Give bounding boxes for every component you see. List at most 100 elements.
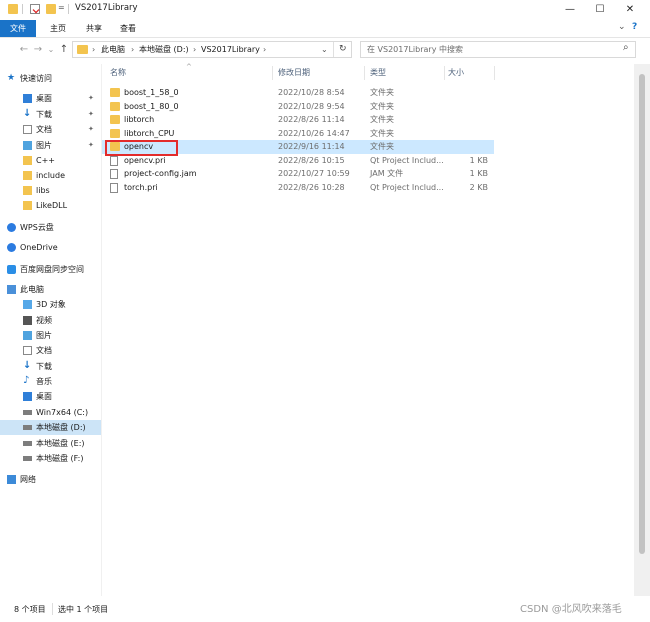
column-divider[interactable] <box>272 66 273 80</box>
sidebar-item[interactable]: 桌面 ✦ <box>0 91 101 106</box>
table-row[interactable]: boost_1_58_0 2022/10/28 8:54 文件夹 <box>102 86 494 100</box>
table-row[interactable]: opencv.pri 2022/8/26 10:15 Qt Project Incl… <box>102 154 494 168</box>
sidebar-item[interactable]: 百度网盘同步空间 <box>0 262 101 277</box>
quick-access-dropdown-icon[interactable]: = <box>58 3 65 12</box>
sidebar-item[interactable]: 此电脑 <box>0 282 101 297</box>
scrollbar-thumb[interactable] <box>639 74 645 554</box>
recent-locations-button[interactable]: ⌄ <box>45 43 57 57</box>
sidebar-item[interactable]: 图片 <box>0 328 101 343</box>
folder-icon <box>23 156 32 165</box>
properties-icon[interactable] <box>30 4 40 14</box>
column-divider[interactable] <box>494 66 495 80</box>
tab-home[interactable]: 主页 <box>44 20 72 37</box>
refresh-button[interactable]: ↻ <box>339 42 347 57</box>
sidebar-item[interactable]: 3D 对象 <box>0 297 101 312</box>
file-type: 文件夹 <box>370 115 394 124</box>
sidebar-item-label: 桌面 <box>36 392 52 401</box>
column-header-name[interactable]: 名称 <box>110 66 126 80</box>
sidebar-item-label: 3D 对象 <box>36 300 66 309</box>
sidebar-item[interactable]: ↓ 下载 ✦ <box>0 107 101 122</box>
sidebar-item[interactable]: 视频 <box>0 313 101 328</box>
sidebar-item[interactable]: 本地磁盘 (F:) <box>0 451 101 466</box>
folder-icon <box>23 186 32 195</box>
breadcrumb-vs2017library[interactable]: VS2017Library <box>201 42 260 57</box>
close-button[interactable]: ✕ <box>615 0 645 20</box>
search-input[interactable]: 在 VS2017Library 中搜索 ⌕ <box>360 41 636 58</box>
column-divider[interactable] <box>364 66 365 80</box>
sidebar-item[interactable]: Win7x64 (C:) <box>0 405 101 420</box>
sidebar-item-label: 图片 <box>36 141 52 150</box>
back-button[interactable]: ← <box>18 43 30 57</box>
file-name: boost_1_58_0 <box>124 88 179 97</box>
music-icon: ♪ <box>23 375 30 386</box>
breadcrumb-drive-d[interactable]: 本地磁盘 (D:) <box>139 42 189 57</box>
new-folder-icon[interactable] <box>46 4 56 14</box>
minimize-button[interactable]: — <box>555 0 585 20</box>
address-bar[interactable]: › 此电脑 › 本地磁盘 (D:) › VS2017Library › ⌄ ↻ <box>72 41 352 58</box>
sidebar-item[interactable]: 桌面 <box>0 389 101 404</box>
breadcrumb-this-pc[interactable]: 此电脑 <box>101 42 125 57</box>
folder-icon <box>110 129 120 138</box>
table-row[interactable]: torch.pri 2022/8/26 10:28 Qt Project Inclu… <box>102 181 494 195</box>
table-row[interactable]: libtorch_CPU 2022/10/26 14:47 文件夹 <box>102 127 494 141</box>
selection-count: 选中 1 个项目 <box>58 605 109 614</box>
sidebar-item[interactable]: include <box>0 168 101 183</box>
sidebar-item-label: 文档 <box>36 346 52 355</box>
file-date: 2022/8/26 11:14 <box>278 115 345 124</box>
table-row[interactable]: project-config.jam 2022/10/27 10:59 JAM 文件… <box>102 167 494 181</box>
vertical-scrollbar[interactable] <box>634 64 650 596</box>
sidebar-item-label: 百度网盘同步空间 <box>20 265 84 274</box>
search-icon[interactable]: ⌕ <box>623 42 629 53</box>
navigation-bar: ← → ⌄ ↑ › 此电脑 › 本地磁盘 (D:) › VS2017Librar… <box>0 38 650 62</box>
forward-button[interactable]: → <box>32 43 44 57</box>
sidebar-item[interactable]: 文档 <box>0 343 101 358</box>
tab-view[interactable]: 查看 <box>114 20 142 37</box>
sidebar-item[interactable]: WPS云盘 <box>0 220 101 235</box>
download-icon: ↓ <box>23 108 32 119</box>
file-date: 2022/9/16 11:14 <box>278 142 345 151</box>
file-date: 2022/8/26 10:15 <box>278 156 345 165</box>
cloud-icon <box>7 243 16 252</box>
column-header-size[interactable]: 大小 <box>448 66 464 80</box>
sidebar-item-label: WPS云盘 <box>20 223 54 232</box>
sidebar-item-label: 音乐 <box>36 377 52 386</box>
breadcrumb-sep: › <box>92 45 96 54</box>
file-list: 名称 ^ 修改日期 类型 大小 boost_1_58_0 2022/10/28 8… <box>102 63 634 596</box>
sidebar-item[interactable]: ★ 快速访问 <box>0 71 101 86</box>
search-placeholder: 在 VS2017Library 中搜索 <box>367 45 463 54</box>
baidu-icon <box>7 265 16 274</box>
file-name: boost_1_80_0 <box>124 102 179 111</box>
sidebar-item[interactable]: ↓ 下载 <box>0 359 101 374</box>
sidebar-item[interactable]: C++ <box>0 153 101 168</box>
file-date: 2022/8/26 10:28 <box>278 183 345 192</box>
sidebar-item-label: 桌面 <box>36 94 52 103</box>
help-icon[interactable]: ? <box>632 22 637 32</box>
computer-icon <box>7 285 16 294</box>
sidebar-item[interactable]: LikeDLL <box>0 198 101 213</box>
sidebar-item[interactable]: ♪ 音乐 <box>0 374 101 389</box>
sidebar-item[interactable]: OneDrive <box>0 240 101 255</box>
table-row[interactable]: libtorch 2022/8/26 11:14 文件夹 <box>102 113 494 127</box>
column-divider[interactable] <box>444 66 445 80</box>
sidebar-item[interactable]: 本地磁盘 (E:) <box>0 436 101 451</box>
ribbon-expand-icon[interactable]: ⌄ <box>618 22 626 32</box>
folder-icon <box>23 171 32 180</box>
up-button[interactable]: ↑ <box>58 43 70 57</box>
file-type: Qt Project Includ... <box>370 156 444 165</box>
sidebar-item[interactable]: 图片 ✦ <box>0 138 101 153</box>
tab-share[interactable]: 共享 <box>80 20 108 37</box>
sidebar-item[interactable]: 本地磁盘 (D:) <box>0 420 101 435</box>
table-row[interactable]: boost_1_80_0 2022/10/28 9:54 文件夹 <box>102 100 494 114</box>
maximize-button[interactable]: ☐ <box>585 0 615 20</box>
column-header-date[interactable]: 修改日期 <box>278 66 310 80</box>
address-dropdown-icon[interactable]: ⌄ <box>321 42 328 57</box>
drive-icon <box>23 441 32 446</box>
folder-icon <box>110 115 120 124</box>
tab-file[interactable]: 文件 <box>0 20 36 37</box>
sidebar-item[interactable]: libs <box>0 183 101 198</box>
column-header-type[interactable]: 类型 <box>370 66 386 80</box>
sidebar-item[interactable]: 网络 <box>0 472 101 487</box>
sidebar-item[interactable]: 文档 ✦ <box>0 122 101 137</box>
title-bar: = VS2017Library — ☐ ✕ <box>0 0 650 20</box>
breadcrumb-sep: › <box>193 45 197 54</box>
